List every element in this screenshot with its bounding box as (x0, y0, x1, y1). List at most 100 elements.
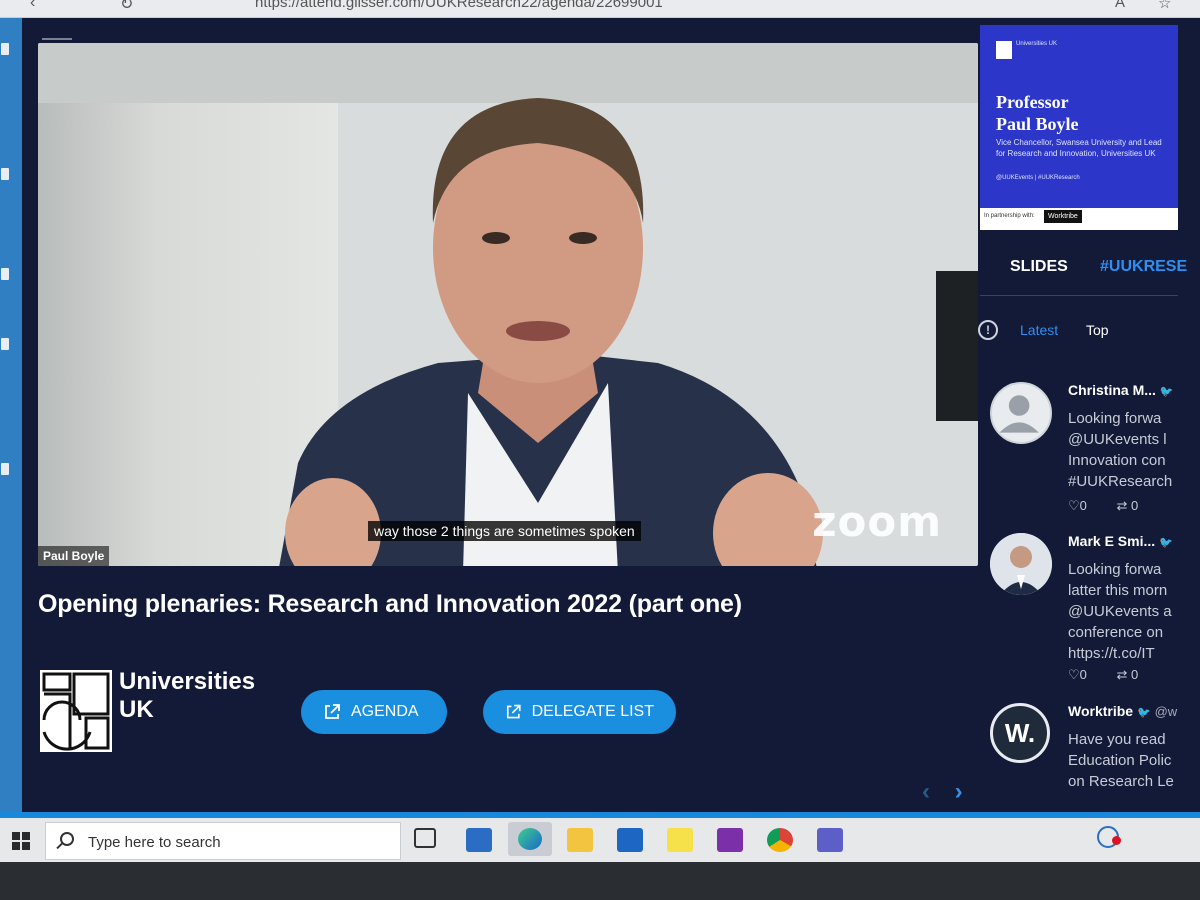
organisation-name-line1: Universities (119, 668, 256, 695)
filter-top[interactable]: Top (1086, 322, 1109, 338)
windows-start-icon[interactable] (12, 832, 30, 850)
slide-partner-label: In partnership with: (984, 213, 1035, 219)
universities-uk-logo (40, 670, 112, 752)
edge-logo (518, 828, 542, 850)
slide-speaker-line2: Paul Boyle (996, 114, 1079, 134)
file-explorer-icon[interactable] (567, 828, 593, 852)
external-link-icon (325, 704, 340, 719)
retweet-count: 0 (1131, 498, 1139, 513)
onenote-icon[interactable] (717, 828, 743, 852)
tweet-text-line: Education Polic (1068, 752, 1172, 769)
side-panel-tabs: SLIDES #UUKRESE (980, 250, 1187, 298)
calculator-app-icon[interactable] (466, 828, 492, 852)
chrome-icon[interactable] (767, 828, 793, 852)
desktop-file-icon[interactable] (1, 168, 9, 180)
windows-taskbar: Type here to search (0, 818, 1200, 862)
chevron-right-icon[interactable]: › (955, 778, 963, 805)
slide-org-name: Universities UK (1016, 41, 1058, 47)
desktop-file-icon[interactable] (1, 338, 9, 350)
slide-partner-logo: Worktribe (1044, 210, 1082, 223)
tweet-item[interactable]: Christina M... 🐦 Looking forwa @UUKevent… (990, 382, 1178, 522)
heart-icon: ♡ (1068, 498, 1080, 513)
desktop-file-icon[interactable] (1, 43, 9, 55)
chevron-left-icon[interactable]: ‹ (922, 778, 930, 805)
organisation-name: Universities UK (119, 668, 255, 724)
slide-speaker-role: Vice Chancellor, Swansea University and … (996, 138, 1162, 158)
default-avatar-icon (990, 382, 1052, 444)
favorites-icon[interactable]: ☆ (1158, 0, 1171, 12)
retweet-icon: ⇄ (1116, 498, 1128, 513)
screen: ‹ ↻ https://attend.glisser.com/UUKResear… (0, 0, 1200, 900)
monitor-bezel (0, 862, 1200, 900)
tab-slides[interactable]: SLIDES (1010, 258, 1068, 276)
desktop-file-icon[interactable] (1, 463, 9, 475)
filter-latest[interactable]: Latest (1020, 322, 1058, 338)
avatar-letter: W. (1004, 718, 1036, 748)
tweet-author: Christina M... 🐦 (1068, 382, 1174, 398)
tweet-item[interactable]: W. Worktribe 🐦 @w Have you read Educatio… (990, 703, 1178, 793)
like-count: 0 (1079, 498, 1087, 513)
edge-browser-icon[interactable] (508, 822, 552, 856)
info-icon[interactable]: ! (978, 320, 998, 340)
delegate-list-button[interactable]: DELEGATE LIST (483, 690, 676, 734)
tweet-text: Have you read Education Polic on Researc… (1068, 729, 1174, 792)
taskbar-search-box[interactable]: Type here to search (45, 822, 401, 860)
pagination-arrows: ‹ › (922, 778, 981, 806)
tweet-actions: ♡0 ⇄ 0 (1068, 667, 1164, 683)
tweet-author-name: Worktribe (1068, 703, 1134, 719)
agenda-button[interactable]: AGENDA (301, 690, 447, 734)
tweet-text-line: Looking forwa (1068, 561, 1162, 578)
search-placeholder: Type here to search (88, 834, 221, 851)
reader-view-icon[interactable]: A (1115, 0, 1125, 11)
video-player[interactable]: way those 2 things are sometimes spoken … (38, 43, 978, 566)
tweet-author-name: Mark E Smi... (1068, 533, 1156, 549)
tweet-text-line: Looking forwa (1068, 410, 1162, 427)
tabs-divider (980, 295, 1178, 296)
current-slide-thumbnail[interactable]: Universities UK Professor Paul Boyle Vic… (980, 25, 1178, 230)
teams-icon[interactable] (817, 828, 843, 852)
like-action[interactable]: ♡0 (1068, 498, 1087, 513)
retweet-icon: ⇄ (1116, 667, 1128, 682)
speaker-name-tag: Paul Boyle (38, 546, 110, 566)
tweet-actions: ♡0 ⇄ 0 (1068, 498, 1164, 514)
tweet-text-line: @UUKevents a (1068, 603, 1172, 620)
tweet-item[interactable]: Mark E Smi... 🐦 Looking forwa latter thi… (990, 533, 1178, 693)
retweet-action[interactable]: ⇄ 0 (1117, 667, 1139, 682)
outlook-icon[interactable] (617, 828, 643, 852)
tweet-text-line: Innovation con (1068, 452, 1166, 469)
desktop-file-icon[interactable] (1, 268, 9, 280)
tweet-text-line: https://t.co/IT (1068, 645, 1155, 662)
twitter-bird-icon: 🐦 (1159, 386, 1174, 398)
zoom-watermark: zoom (812, 497, 942, 546)
tweet-text-line: latter this morn (1068, 582, 1168, 599)
slide-speaker-line1: Professor (996, 92, 1069, 112)
tweet-text: Looking forwa @UUKevents l Innovation co… (1068, 408, 1172, 492)
refresh-icon[interactable]: ↻ (120, 0, 133, 14)
like-count: 0 (1079, 667, 1087, 682)
tweet-author: Worktribe 🐦 @w (1068, 703, 1177, 719)
browser-address-bar: ‹ ↻ https://attend.glisser.com/UUKResear… (0, 0, 1200, 18)
search-icon (60, 832, 74, 846)
tweet-author-handle: @w (1154, 704, 1178, 719)
external-link-icon (506, 704, 521, 719)
tweet-author: Mark E Smi... 🐦 (1068, 533, 1173, 549)
address-url[interactable]: https://attend.glisser.com/UUKResearch22… (255, 0, 663, 11)
back-icon[interactable]: ‹ (30, 0, 35, 12)
notification-tray-icon[interactable] (1097, 826, 1121, 848)
user-avatar (990, 533, 1052, 595)
tweet-text-line: on Research Le (1068, 773, 1174, 790)
tab-hashtag[interactable]: #UUKRESE (1100, 258, 1187, 276)
sticky-notes-icon[interactable] (667, 828, 693, 852)
slide-uuk-logo (996, 41, 1012, 59)
live-caption: way those 2 things are sometimes spoken (368, 521, 641, 541)
wall-screen (936, 271, 978, 421)
task-view-icon[interactable] (414, 828, 436, 848)
slide-social-handles: @UUKEvents | #UUKResearch (996, 175, 1080, 181)
delegate-list-button-label: DELEGATE LIST (531, 703, 654, 720)
tweet-author-name: Christina M... (1068, 382, 1156, 398)
like-action[interactable]: ♡0 (1068, 667, 1087, 682)
retweet-action[interactable]: ⇄ 0 (1117, 498, 1139, 513)
tweet-text-line: #UUKResearch (1068, 473, 1173, 490)
tweet-text: Looking forwa latter this morn @UUKevent… (1068, 559, 1172, 664)
speaker-video-image (279, 98, 823, 566)
